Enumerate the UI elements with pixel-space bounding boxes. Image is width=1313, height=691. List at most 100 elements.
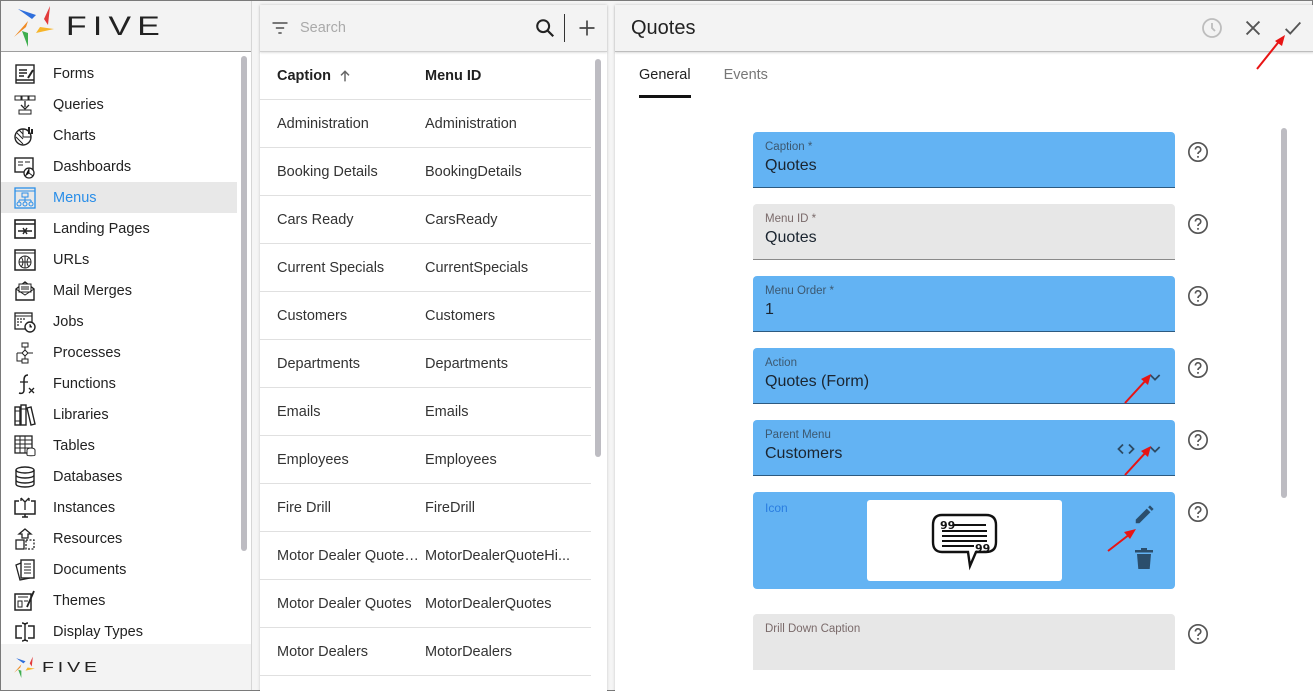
menu-order-label: Menu Order * [765, 285, 835, 297]
sidebar-item-urls[interactable]: URLs [1, 244, 237, 275]
list-scrollbar[interactable] [595, 59, 601, 457]
row-caption: Emails [277, 403, 321, 420]
icon-help-icon[interactable] [1187, 501, 1209, 523]
list-row[interactable]: Cars Ready CarsReady [260, 196, 591, 244]
sidebar-scrollbar[interactable] [241, 56, 247, 551]
quote-speech-bubble-icon: 99 99 [931, 513, 997, 570]
list-row[interactable]: Employees Employees [260, 436, 591, 484]
save-check-icon[interactable] [1282, 17, 1304, 39]
caption-help-icon[interactable] [1187, 141, 1209, 163]
sidebar-item-documents[interactable]: Documents [1, 554, 237, 585]
menu-detail-panel: Quotes General Events Caption * Quotes M… [615, 5, 1313, 691]
list-row[interactable]: Customers Customers [260, 292, 591, 340]
sidebar-item-label: Dashboards [53, 158, 132, 175]
row-menu-id: BookingDetails [425, 163, 522, 180]
delete-trash-icon[interactable] [1134, 548, 1154, 570]
sidebar-item-display-types[interactable]: Display Types [1, 616, 237, 647]
row-menu-id: Emails [425, 403, 469, 420]
sidebar-item-libraries[interactable]: Libraries [1, 399, 237, 430]
row-caption: Administration [277, 115, 369, 132]
sidebar-item-resources[interactable]: Resources [1, 523, 237, 554]
action-value[interactable]: Quotes (Form) [765, 373, 1163, 391]
list-row[interactable]: Current Specials CurrentSpecials [260, 244, 591, 292]
sidebar-item-databases[interactable]: Databases [1, 461, 237, 492]
sidebar-item-jobs[interactable]: Jobs [1, 306, 237, 337]
parent-menu-help-icon[interactable] [1187, 429, 1209, 451]
sidebar-item-menus[interactable]: Menus [1, 182, 237, 213]
action-select[interactable]: Action Quotes (Form) [753, 348, 1175, 404]
code-brackets-icon[interactable] [1117, 441, 1135, 457]
edit-pencil-icon[interactable] [1133, 504, 1155, 526]
sidebar-item-charts[interactable]: Charts [1, 120, 237, 151]
tables-icon [12, 433, 38, 459]
tab-general[interactable]: General [639, 52, 691, 102]
history-icon[interactable] [1200, 16, 1224, 40]
close-icon[interactable] [1242, 17, 1264, 39]
sidebar-item-label: Functions [53, 375, 116, 392]
detail-title: Quotes [631, 16, 696, 39]
menu-id-help-icon[interactable] [1187, 213, 1209, 235]
sidebar-item-label: URLs [53, 251, 90, 268]
sidebar-item-label: Documents [53, 561, 127, 578]
sidebar-item-forms[interactable]: Forms [1, 58, 237, 89]
menu-id-field[interactable]: Menu ID * Quotes [753, 204, 1175, 260]
sidebar-item-landing-pages[interactable]: Landing Pages [1, 213, 237, 244]
list-row[interactable]: Booking Details BookingDetails [260, 148, 591, 196]
jobs-icon [12, 309, 38, 335]
sidebar-item-label: Themes [53, 592, 106, 609]
column-header-menu-id[interactable]: Menu ID [425, 68, 591, 84]
search-input[interactable] [300, 20, 534, 36]
display-types-icon [12, 619, 38, 645]
drill-down-caption-label: Drill Down Caption [765, 623, 861, 635]
caption-value[interactable]: Quotes [765, 157, 1163, 175]
caption-label: Caption * [765, 141, 813, 153]
column-header-caption[interactable]: Caption [260, 68, 425, 84]
drill-down-caption-help-icon[interactable] [1187, 623, 1209, 645]
sidebar-item-dashboards[interactable]: Dashboards [1, 151, 237, 182]
list-row[interactable]: Motor Dealer Quote ... MotorDealerQuoteHi… [260, 532, 591, 580]
row-menu-id: Employees [425, 451, 497, 468]
row-caption: Booking Details [277, 163, 378, 180]
action-chevron-down-icon[interactable] [1147, 369, 1163, 385]
row-menu-id: CurrentSpecials [425, 259, 529, 276]
action-help-icon[interactable] [1187, 357, 1209, 379]
sort-ascending-icon[interactable] [337, 68, 353, 84]
sidebar-item-label: Landing Pages [53, 220, 150, 237]
sidebar-item-queries[interactable]: Queries [1, 89, 237, 120]
filter-icon[interactable] [270, 18, 290, 38]
menu-order-value[interactable]: 1 [765, 301, 1163, 319]
row-menu-id: MotorDealerQuoteHi... [425, 547, 571, 564]
queries-icon [12, 92, 38, 118]
menu-order-field[interactable]: Menu Order * 1 [753, 276, 1175, 332]
list-toolbar [260, 5, 607, 52]
parent-menu-select[interactable]: Parent Menu Customers [753, 420, 1175, 476]
sidebar-item-mail-merges[interactable]: Mail Merges [1, 275, 237, 306]
list-row[interactable]: Fire Drill FireDrill [260, 484, 591, 532]
sidebar-item-themes[interactable]: Themes [1, 585, 237, 616]
databases-icon [12, 464, 38, 490]
sidebar-item-tables[interactable]: Tables [1, 430, 237, 461]
list-row[interactable]: Motor Dealer Quotes MotorDealerQuotes [260, 580, 591, 628]
sidebar-item-instances[interactable]: Instances [1, 492, 237, 523]
detail-scrollbar[interactable] [1281, 128, 1287, 498]
list-row[interactable]: Motor Dealers MotorDealers [260, 628, 591, 676]
menu-id-value[interactable]: Quotes [765, 229, 1163, 247]
add-icon[interactable] [577, 18, 597, 38]
parent-menu-label: Parent Menu [765, 429, 831, 441]
sidebar-item-functions[interactable]: Functions [1, 368, 237, 399]
sidebar-item-processes[interactable]: Processes [1, 337, 237, 368]
caption-field[interactable]: Caption * Quotes [753, 132, 1175, 188]
sidebar-item-label: Instances [53, 499, 116, 516]
parent-menu-chevron-down-icon[interactable] [1147, 441, 1163, 457]
sidebar-item-label: Tables [53, 437, 95, 454]
processes-icon [12, 340, 38, 366]
sidebar-item-label: Queries [53, 96, 104, 113]
parent-menu-value[interactable]: Customers [765, 445, 1163, 463]
tab-events[interactable]: Events [724, 52, 768, 102]
list-row[interactable]: Departments Departments [260, 340, 591, 388]
list-row[interactable]: Administration Administration [260, 100, 591, 148]
search-icon[interactable] [534, 17, 556, 39]
menu-order-help-icon[interactable] [1187, 285, 1209, 307]
drill-down-caption-field[interactable]: Drill Down Caption [753, 614, 1175, 670]
list-row[interactable]: Emails Emails [260, 388, 591, 436]
